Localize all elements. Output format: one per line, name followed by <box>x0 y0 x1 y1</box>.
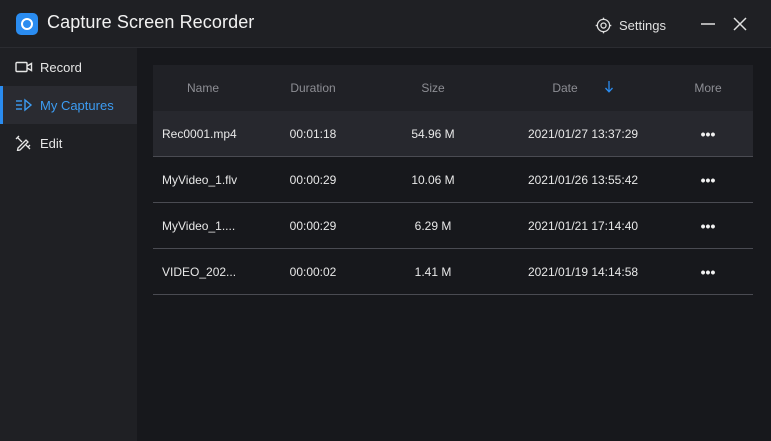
close-icon <box>733 17 747 31</box>
table-row[interactable]: Rec0001.mp4 00:01:18 54.96 M 2021/01/27 … <box>153 111 753 157</box>
edit-tools-icon <box>15 134 33 152</box>
column-header-size[interactable]: Size <box>363 81 503 95</box>
file-size: 54.96 M <box>411 126 455 141</box>
file-name: VIDEO_202... <box>162 264 237 279</box>
more-options-icon[interactable]: ••• <box>701 218 716 234</box>
settings-button[interactable]: Settings <box>595 14 666 36</box>
close-button[interactable] <box>730 14 750 34</box>
file-name: MyVideo_1.... <box>162 218 236 233</box>
table-row[interactable]: VIDEO_202... 00:00:02 1.41 M 2021/01/19 … <box>153 249 753 295</box>
sidebar-item-my-captures[interactable]: My Captures <box>0 86 137 124</box>
file-size: 10.06 M <box>411 172 455 187</box>
file-date: 2021/01/27 13:37:29 <box>527 126 639 141</box>
app-logo-icon <box>16 13 38 35</box>
table-header: Name Duration Size Date More <box>153 65 753 111</box>
file-name: MyVideo_1.flv <box>162 172 238 187</box>
column-header-date[interactable]: Date <box>503 80 663 96</box>
captures-table: Name Duration Size Date More Rec0001.mp4 <box>153 65 753 295</box>
minimize-button[interactable] <box>698 14 718 34</box>
more-options-icon[interactable]: ••• <box>701 172 716 188</box>
arrow-down-icon[interactable] <box>604 80 614 96</box>
more-options-icon[interactable]: ••• <box>701 264 716 280</box>
column-header-date-label: Date <box>552 81 578 95</box>
column-header-more: More <box>694 81 722 95</box>
file-size: 1.41 M <box>414 264 452 279</box>
sidebar-item-label: My Captures <box>40 97 114 113</box>
sidebar: Record My Captures Edit <box>0 48 137 441</box>
file-duration: 00:00:02 <box>289 264 337 279</box>
file-name: Rec0001.mp4 <box>162 126 237 141</box>
minimize-icon <box>701 23 715 25</box>
column-header-duration[interactable]: Duration <box>263 81 363 95</box>
sidebar-item-record[interactable]: Record <box>0 48 137 86</box>
file-date: 2021/01/26 13:55:42 <box>527 172 639 187</box>
settings-label: Settings <box>619 17 666 33</box>
file-duration: 00:01:18 <box>289 126 337 141</box>
table-row[interactable]: MyVideo_1.flv 00:00:29 10.06 M 2021/01/2… <box>153 157 753 203</box>
table-row[interactable]: MyVideo_1.... 00:00:29 6.29 M 2021/01/21… <box>153 203 753 249</box>
camera-icon <box>15 58 33 76</box>
sidebar-item-label: Edit <box>40 135 63 151</box>
title-bar: Capture Screen Recorder Settings <box>0 0 771 48</box>
more-options-icon[interactable]: ••• <box>701 126 716 142</box>
file-size: 6.29 M <box>414 218 452 233</box>
sidebar-item-label: Record <box>40 59 82 75</box>
gear-icon <box>595 17 612 33</box>
app-title: Capture Screen Recorder <box>47 12 255 32</box>
captures-panel: Name Duration Size Date More Rec0001.mp4 <box>137 48 771 441</box>
file-date: 2021/01/21 17:14:40 <box>527 218 639 233</box>
sidebar-item-edit[interactable]: Edit <box>0 124 137 162</box>
file-date: 2021/01/19 14:14:58 <box>527 264 639 279</box>
column-header-name[interactable]: Name <box>153 81 263 95</box>
file-duration: 00:00:29 <box>289 172 337 187</box>
file-duration: 00:00:29 <box>289 218 337 233</box>
playlist-icon <box>15 96 33 114</box>
